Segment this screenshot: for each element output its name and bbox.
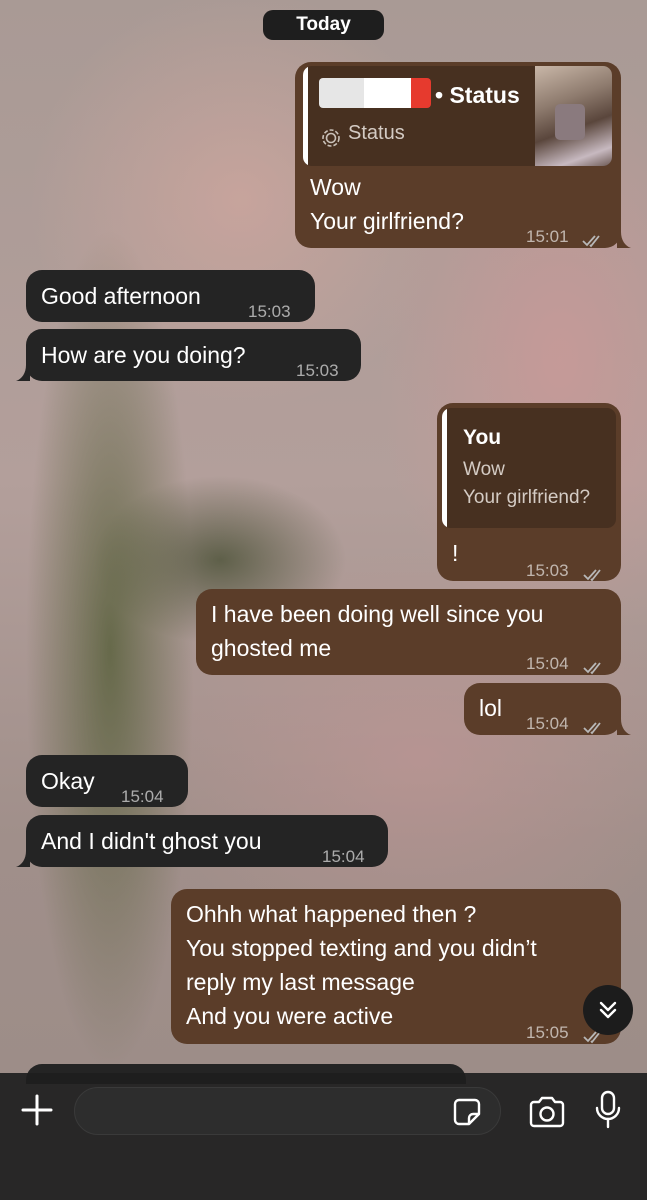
bubble-tail [16, 851, 30, 867]
message-time: 15:04 [526, 714, 569, 733]
message-text: You stopped texting and you didn’t [186, 935, 537, 961]
message-bubble-outgoing[interactable]: I have been doing well since you ghosted… [196, 589, 621, 675]
message-time: 15:04 [322, 847, 365, 866]
status-reply-subtitle: Status [348, 122, 405, 144]
message-text: Okay [41, 768, 95, 794]
message-text: How are you doing? [41, 342, 246, 368]
message-text: lol [479, 695, 503, 721]
double-chevron-down-icon [596, 998, 620, 1022]
message-text: And I didn't ghost you [41, 828, 262, 854]
plus-icon[interactable] [20, 1093, 54, 1127]
message-time: 15:01 [526, 227, 569, 246]
message-text: Ohhh what happened then ? [186, 901, 477, 927]
scroll-to-bottom-button[interactable] [583, 985, 633, 1035]
quote-bar [442, 408, 447, 528]
message-time: 15:05 [526, 1023, 569, 1042]
message-time: 15:03 [296, 361, 339, 380]
message-time: 15:04 [526, 654, 569, 673]
message-text: ghosted me [211, 635, 332, 661]
message-bubble-incoming[interactable]: Good afternoon 15:03 [26, 270, 315, 322]
camera-icon[interactable] [527, 1095, 567, 1129]
message-bubble-outgoing[interactable]: You Wow Your girlfriend? ! 15:03 [437, 403, 621, 582]
status-reply-preview[interactable]: • Status Status [303, 66, 612, 166]
message-text: Good afternoon [41, 283, 201, 309]
status-reply-title: • Status [435, 82, 520, 108]
message-text: reply my last message [186, 969, 415, 995]
message-text: ! [452, 540, 459, 566]
message-bubble-outgoing[interactable]: • Status Status Wow Your girlfriend? 15:… [295, 62, 621, 248]
message-text: Your girlfriend? [310, 208, 464, 234]
message-time: 15:04 [121, 787, 164, 806]
read-ticks-icon [583, 650, 607, 675]
message-bubble-incoming[interactable]: And I didn't ghost you 15:04 [26, 815, 388, 867]
status-icon [321, 123, 341, 147]
message-text: And you were active [186, 1003, 394, 1029]
read-ticks-icon [583, 710, 607, 735]
quoted-message[interactable]: You Wow Your girlfriend? [442, 408, 616, 528]
message-time: 15:03 [526, 561, 569, 580]
date-separator: Today [263, 10, 384, 40]
message-bubble-incoming[interactable]: How are you doing? 15:03 [26, 329, 361, 381]
message-time: 15:03 [248, 302, 291, 321]
quote-text: Wow [463, 459, 505, 480]
message-bubble-incoming[interactable]: Okay 15:04 [26, 755, 188, 807]
message-text: I have been doing well since you [211, 601, 544, 627]
quote-text: Your girlfriend? [463, 487, 591, 508]
microphone-icon[interactable] [594, 1090, 622, 1130]
quote-author: You [463, 426, 502, 449]
redacted-name [319, 78, 431, 108]
bubble-tail [16, 365, 30, 381]
sticker-icon[interactable] [452, 1097, 482, 1127]
message-bubble-outgoing[interactable]: Ohhh what happened then ? You stopped te… [171, 889, 621, 1044]
message-input[interactable] [74, 1087, 501, 1135]
bubble-tail [617, 719, 631, 735]
bubble-tail [617, 232, 631, 248]
quote-bar [303, 66, 308, 166]
read-ticks-icon [582, 223, 606, 248]
status-thumbnail [535, 66, 612, 166]
message-bubble-outgoing[interactable]: lol 15:04 [464, 683, 621, 735]
message-text: Wow [310, 174, 361, 200]
read-ticks-icon [583, 557, 607, 582]
